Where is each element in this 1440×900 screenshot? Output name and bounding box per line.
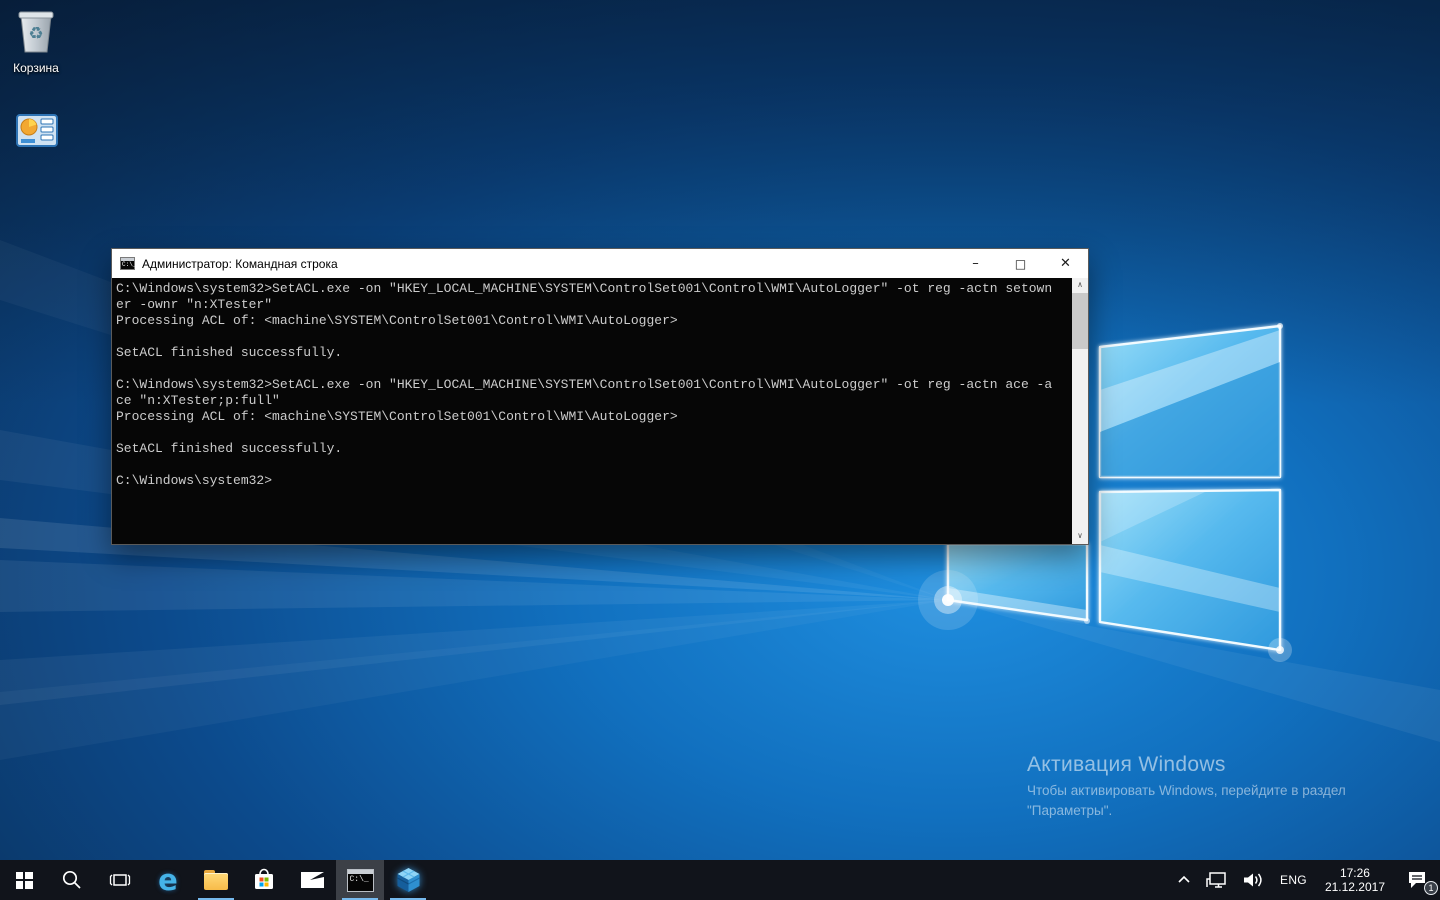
console-line [116,329,1068,345]
console-output[interactable]: C:\Windows\system32>SetACL.exe -on "HKEY… [112,278,1088,544]
close-button[interactable]: ✕ [1043,249,1088,278]
taskbar-store-button[interactable] [240,860,288,900]
console-scrollbar[interactable]: ∧ ∨ [1072,278,1088,544]
console-line [116,361,1068,377]
window-controls: – □ ✕ [953,249,1088,278]
taskbar-edge-button[interactable]: e [144,860,192,900]
network-icon[interactable] [1199,860,1235,900]
scrollbar-down-arrow[interactable]: ∨ [1072,529,1088,544]
recycle-bin-icon: ♻ [14,8,58,54]
taskbar-clock[interactable]: 17:26 21.12.2017 [1316,860,1394,900]
task-view-icon [109,869,131,891]
admin-tool-icon [16,114,58,148]
tray-chevron-up-icon[interactable] [1169,860,1199,900]
volume-icon[interactable] [1235,860,1271,900]
scrollbar-up-arrow[interactable]: ∧ [1072,278,1088,293]
cmd-window-icon [120,257,135,270]
minimize-button[interactable]: – [953,249,998,278]
taskbar-cmd-button[interactable] [336,860,384,900]
desktop-icon-admin-tool[interactable] [14,114,60,153]
taskbar-cube-app-button[interactable] [384,860,432,900]
console-line: Processing ACL of: <machine\SYSTEM\Contr… [116,409,1068,425]
scrollbar-track[interactable] [1072,293,1088,529]
taskbar-search-button[interactable] [48,860,96,900]
window-title: Администратор: Командная строка [142,257,338,271]
console-line [116,457,1068,473]
command-prompt-window: Администратор: Командная строка – □ ✕ C:… [111,248,1089,545]
console-line: SetACL finished successfully. [116,345,1068,361]
svg-text:♻: ♻ [28,24,43,44]
clock-time: 17:26 [1340,866,1370,880]
task-view-button[interactable] [96,860,144,900]
mail-icon [300,870,325,890]
console-line: C:\Windows\system32> [116,473,1068,489]
console-line: Processing ACL of: <machine\SYSTEM\Contr… [116,313,1068,329]
system-tray: ENG 17:26 21.12.2017 1 [1169,860,1440,900]
start-button[interactable] [0,860,48,900]
console-line [116,425,1068,441]
console-line: C:\Windows\system32>SetACL.exe -on "HKEY… [116,377,1068,393]
window-titlebar[interactable]: Администратор: Командная строка – □ ✕ [112,249,1088,278]
search-icon [61,869,83,891]
console-line: C:\Windows\system32>SetACL.exe -on "HKEY… [116,281,1068,297]
action-center-button[interactable]: 1 [1394,860,1440,900]
language-indicator[interactable]: ENG [1271,860,1316,900]
console-line: SetACL finished successfully. [116,441,1068,457]
file-explorer-icon [204,873,228,890]
command-prompt-icon [347,869,374,892]
console-line: er -ownr "n:XTester" [116,297,1068,313]
blue-cube-icon [395,866,422,894]
recycle-bin-label: Корзина [6,61,66,75]
clock-date: 21.12.2017 [1325,880,1385,894]
console-line: ce "n:XTester;p:full" [116,393,1068,409]
taskbar: e [0,860,1440,900]
store-icon [252,867,276,893]
notification-badge: 1 [1424,881,1438,895]
desktop-icon-recycle-bin[interactable]: ♻ Корзина [6,8,66,75]
taskbar-mail-button[interactable] [288,860,336,900]
windows-logo-icon [16,872,33,889]
edge-icon: e [158,866,178,895]
maximize-button[interactable]: □ [998,249,1043,278]
taskbar-explorer-button[interactable] [192,860,240,900]
scrollbar-thumb[interactable] [1072,293,1088,349]
